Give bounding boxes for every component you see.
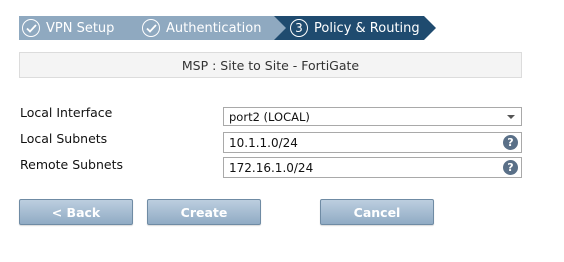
step-number: 3 [295,21,303,35]
local-interface-select[interactable]: port2 (LOCAL) [223,107,522,126]
step-label: VPN Setup [46,20,115,36]
step-label: Authentication [166,20,262,36]
cancel-button[interactable]: Cancel [320,199,434,225]
step-policy-routing[interactable]: 3 Policy & Routing [274,16,436,40]
create-button[interactable]: Create [147,199,261,225]
step-authentication[interactable]: Authentication [125,16,291,40]
local-subnets-label: Local Subnets [20,131,108,146]
step-number-badge: 3 [290,19,308,37]
step-label: Policy & Routing [314,20,420,36]
remote-subnets-label: Remote Subnets [20,157,124,172]
remote-subnets-input[interactable]: 172.16.1.0/24 ? [223,157,522,178]
remote-subnets-value: 172.16.1.0/24 [229,160,314,175]
local-interface-value: port2 (LOCAL) [229,109,310,124]
local-interface-label: Local Interface [20,105,113,120]
step-vpn-setup[interactable]: VPN Setup [19,16,141,40]
wizard-steps: VPN Setup Authentication 3 Policy & Rout… [19,16,439,40]
check-icon [22,19,40,37]
page-title: MSP : Site to Site - FortiGate [19,52,522,78]
local-subnets-value: 10.1.1.0/24 [229,135,298,150]
local-subnets-input[interactable]: 10.1.1.0/24 ? [223,132,522,153]
help-icon[interactable]: ? [503,135,518,150]
check-icon [142,19,160,37]
chevron-down-icon [507,115,515,119]
help-icon[interactable]: ? [503,160,518,175]
back-button[interactable]: < Back [19,199,133,225]
vpn-wizard-page: VPN Setup Authentication 3 Policy & Rout… [0,0,564,262]
